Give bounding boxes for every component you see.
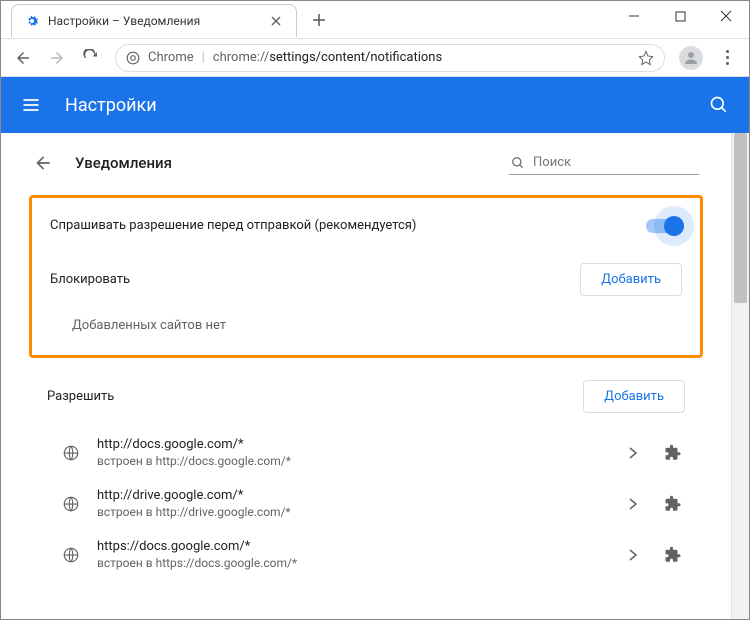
window-titlebar: Настройки – Уведомления (1, 1, 749, 39)
reload-button[interactable] (81, 48, 101, 68)
extension-icon[interactable] (661, 546, 685, 564)
header-search-icon[interactable] (709, 95, 729, 115)
allow-add-button[interactable]: Добавить (583, 380, 685, 413)
allow-list: http://docs.google.com/* встроен в http:… (29, 427, 703, 580)
extension-icon[interactable] (661, 495, 685, 513)
scrollbar-thumb[interactable] (734, 133, 747, 303)
ask-before-send-row: Спрашивать разрешение перед отправкой (р… (32, 198, 700, 253)
page-back-button[interactable] (33, 153, 53, 173)
block-section-header: Блокировать Добавить (32, 253, 700, 310)
site-sub: встроен в http://docs.google.com/* (97, 454, 605, 468)
site-url: http://drive.google.com/* (97, 488, 605, 503)
close-window-button[interactable] (703, 1, 749, 31)
secure-label: Chrome (148, 50, 194, 65)
chrome-icon (126, 51, 140, 65)
site-url: https://docs.google.com/* (97, 539, 605, 554)
block-title: Блокировать (50, 272, 130, 287)
toggle-knob (664, 216, 684, 236)
profile-avatar[interactable] (679, 46, 703, 70)
site-row: http://docs.google.com/* встроен в http:… (29, 427, 703, 478)
page-title: Уведомления (75, 154, 172, 172)
allow-section-header: Разрешить Добавить (29, 358, 703, 427)
bookmark-star-icon[interactable] (638, 50, 654, 66)
header-title: Настройки (65, 95, 157, 116)
site-url: http://docs.google.com/* (97, 437, 605, 452)
browser-tab[interactable]: Настройки – Уведомления (11, 4, 297, 37)
hamburger-icon[interactable] (21, 95, 45, 115)
block-empty-text: Добавленных сайтов нет (32, 310, 700, 355)
vertical-scrollbar[interactable] (731, 133, 749, 619)
settings-header: Настройки (1, 77, 749, 133)
gear-icon (24, 13, 40, 29)
menu-button[interactable] (717, 50, 737, 65)
tab-title: Настройки – Уведомления (48, 14, 200, 28)
search-input[interactable] (533, 155, 699, 170)
site-info: https://docs.google.com/* встроен в http… (97, 539, 605, 570)
allow-title: Разрешить (47, 389, 114, 404)
ask-before-toggle[interactable] (646, 219, 682, 233)
site-info: http://drive.google.com/* встроен в http… (97, 488, 605, 519)
page-search-field[interactable] (509, 151, 699, 175)
site-arrow-icon[interactable] (621, 549, 645, 561)
site-row: https://docs.google.com/* встроен в http… (29, 529, 703, 580)
close-tab-icon[interactable] (268, 13, 284, 29)
url-text: chrome://settings/content/notifications (213, 50, 442, 65)
site-sub: встроен в https://docs.google.com/* (97, 556, 605, 570)
site-sub: встроен в http://drive.google.com/* (97, 505, 605, 519)
back-button[interactable] (13, 48, 33, 68)
address-bar[interactable]: Chrome | chrome://settings/content/notif… (115, 44, 665, 72)
minimize-button[interactable] (611, 1, 657, 31)
ask-before-send-label: Спрашивать разрешение перед отправкой (р… (50, 218, 416, 233)
highlighted-section: Спрашивать разрешение перед отправкой (р… (29, 195, 703, 358)
site-row: http://drive.google.com/* встроен в http… (29, 478, 703, 529)
settings-content: Уведомления Спрашивать разрешение перед … (1, 133, 731, 619)
search-icon (511, 156, 525, 170)
page-header: Уведомления (29, 133, 703, 189)
globe-icon (61, 546, 81, 564)
browser-toolbar: Chrome | chrome://settings/content/notif… (1, 39, 749, 77)
new-tab-button[interactable] (305, 6, 333, 34)
site-arrow-icon[interactable] (621, 498, 645, 510)
globe-icon (61, 444, 81, 462)
maximize-button[interactable] (657, 1, 703, 31)
site-info: http://docs.google.com/* встроен в http:… (97, 437, 605, 468)
extension-icon[interactable] (661, 444, 685, 462)
window-controls (611, 1, 749, 31)
block-add-button[interactable]: Добавить (580, 263, 682, 296)
separator: | (202, 50, 205, 65)
forward-button[interactable] (47, 48, 67, 68)
globe-icon (61, 495, 81, 513)
site-arrow-icon[interactable] (621, 447, 645, 459)
